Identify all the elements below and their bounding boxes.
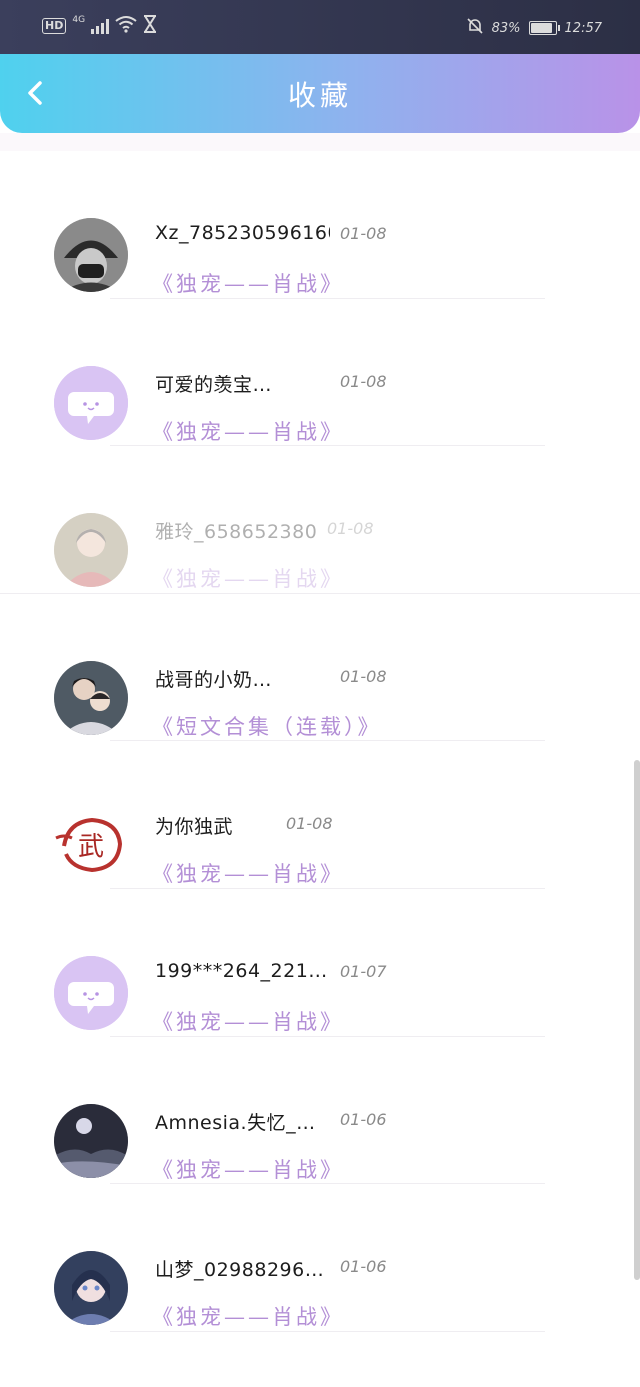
nickname: 可爱的羡宝… [155,373,273,396]
hourglass-icon [143,15,157,37]
avatar[interactable]: 武 [54,808,128,883]
bell-muted-icon [466,17,484,39]
avatar[interactable] [54,513,128,588]
nickname: 战哥的小奶… [155,668,273,691]
status-right: 83% 12:57 [466,17,602,39]
list-item[interactable]: 山梦_02988296… 01-06 《独宠——肖战》 [0,1184,640,1332]
list-item[interactable]: 武 为你独武 01-08 《独宠——肖战》 [0,741,640,889]
svg-text:武: 武 [78,832,104,862]
clock-time: 12:57 [564,20,602,36]
status-left: HD 4G [42,15,157,37]
battery-percent: 83% [491,20,521,36]
wifi-icon [115,15,137,37]
date: 01-06 [340,1257,387,1277]
signal-icon [91,18,110,34]
avatar[interactable] [54,955,128,1030]
date: 01-08 [340,666,387,686]
list-item[interactable]: 可爱的羡宝… 01-08 《独宠——肖战》 [0,299,640,447]
date: 01-08 [340,371,387,391]
date: 01-06 [340,1109,387,1129]
date: 01-08 [286,814,333,834]
nickname: 雅玲_658652380 [155,521,318,544]
story-title[interactable]: 《独宠——肖战》 [152,416,344,446]
list-item[interactable]: Amnesia.失忆_… 01-06 《独宠——肖战》 [0,1037,640,1185]
avatar[interactable] [54,218,128,292]
story-title[interactable]: 《独宠——肖战》 [152,1006,344,1036]
story-title[interactable]: 《短文合集（连载）》 [152,711,382,741]
status-bar: HD 4G 83% 12:57 [0,0,640,54]
nickname: Amnesia.失忆_… [155,1111,316,1134]
story-title[interactable]: 《独宠——肖战》 [152,1154,344,1184]
list-item[interactable]: Xz_785230596160… 01-08 《独宠——肖战》 [0,151,640,299]
avatar[interactable] [54,1251,128,1326]
nickname: 为你独武 [155,816,234,839]
favorites-list: Xz_785230596160… 01-08 《独宠——肖战》 可爱的羡宝… 0… [0,151,640,1332]
story-title[interactable]: 《独宠——肖战》 [152,858,344,888]
page-title: 收藏 [287,79,352,112]
hd-badge: HD [42,18,67,34]
app-header: 收藏 [0,54,640,133]
avatar[interactable] [54,660,128,735]
date: 01-08 [327,519,374,539]
story-title[interactable]: 《独宠——肖战》 [152,563,344,593]
story-title[interactable]: 《独宠——肖战》 [152,1301,344,1331]
nickname: 199***264_221… [155,959,328,982]
scrollbar[interactable] [634,760,640,1280]
nickname: 山梦_02988296… [155,1259,325,1282]
divider [110,1330,545,1332]
network-type: 4G [72,15,86,25]
list-item[interactable]: 199***264_221… 01-07 《独宠——肖战》 [0,889,640,1037]
date: 01-07 [340,961,387,981]
header-shadow-strip [0,133,640,151]
list-item[interactable]: 战哥的小奶… 01-08 《短文合集（连载）》 [0,594,640,742]
avatar[interactable] [54,1103,128,1178]
nickname: Xz_785230596160… [155,222,330,244]
story-title[interactable]: 《独宠——肖战》 [152,268,344,298]
list-item[interactable]: 雅玲_658652380 01-08 《独宠——肖战》 [0,446,640,594]
avatar[interactable] [54,365,128,440]
date: 01-08 [340,224,387,243]
battery-icon [528,21,560,35]
